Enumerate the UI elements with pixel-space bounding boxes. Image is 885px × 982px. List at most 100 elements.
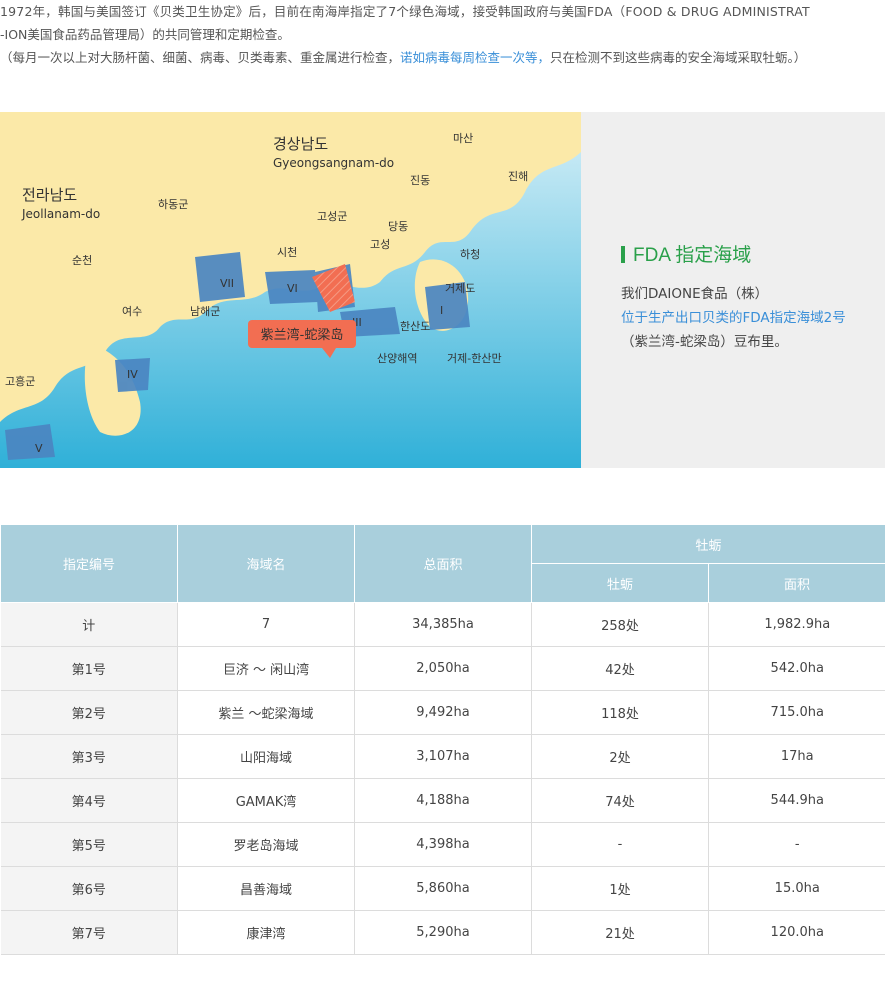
cell-oyster: 1处 (531, 866, 709, 911)
cell-name: 康津湾 (177, 910, 355, 955)
region-jeolla-en: Jeollanam-do (21, 207, 100, 221)
place-goseong-gun: 고성군 (317, 210, 347, 223)
cell-name: GAMAK湾 (177, 778, 355, 823)
cell-name: 昌善海域 (177, 866, 355, 911)
cell-area: 542.0ha (708, 646, 885, 691)
place-sacheon: 시천 (277, 245, 297, 259)
cell-oyster: 258处 (531, 602, 709, 647)
table-row: 第4号 GAMAK湾 4,188ha 74处 544.9ha (0, 778, 885, 823)
intro-line-3a: （每月一次以上对大肠杆菌、细菌、病毒、贝类毒素、重金属进行检查， (0, 50, 401, 65)
zone-V-shape (5, 424, 55, 460)
table-row: 第6号 昌善海域 5,860ha 1处 15.0ha (0, 866, 885, 911)
cell-oyster: 42处 (531, 646, 709, 691)
numeral-VII: VII (220, 277, 234, 290)
cell-total: 2,050ha (354, 646, 532, 691)
cell-id: 第4号 (0, 778, 178, 823)
fda-info-panel: FDA 指定海域 我们DAIONE食品（株） 位于生产出口贝类的FDA指定海域2… (581, 112, 885, 468)
header-oyster: 牡蛎 (531, 563, 709, 603)
header-oyster-group: 牡蛎 (530, 524, 885, 564)
numeral-VI: VI (287, 282, 298, 295)
cell-total: 9,492ha (354, 690, 532, 735)
cell-area: - (708, 822, 885, 867)
cell-oyster: 118处 (531, 690, 709, 735)
cell-total: 34,385ha (354, 602, 532, 647)
header-id: 指定编号 (0, 524, 178, 603)
table-row: 第3号 山阳海域 3,107ha 2处 17ha (0, 734, 885, 779)
place-yeosu: 여수 (122, 305, 142, 318)
intro-line-3: （每月一次以上对大肠杆菌、细菌、病毒、贝类毒素、重金属进行检查，诺如病毒每周检查… (0, 46, 885, 69)
panel-title-text: FDA 指定海域 (633, 245, 752, 266)
cell-area: 715.0ha (708, 690, 885, 735)
cell-oyster: 21处 (531, 910, 709, 955)
place-suncheon: 순천 (72, 253, 92, 267)
region-gyeongsang-en: Gyeongsangnam-do (273, 156, 394, 170)
table-row: 第5号 罗老岛海域 4,398ha - - (0, 822, 885, 867)
cell-area: 17ha (708, 734, 885, 779)
panel-text: 我们DAIONE食品（株） 位于生产出口贝类的FDA指定海域2号 （紫兰湾-蛇梁… (621, 282, 846, 354)
cell-name: 罗老岛海域 (177, 822, 355, 867)
place-goheung: 고흥군 (5, 374, 35, 388)
intro-line-2: -ION美国食品药品管理局）的共同管理和定期检查。 (0, 27, 290, 42)
place-goseong: 고성 (370, 238, 390, 251)
cell-oyster: - (531, 822, 709, 867)
title-bar-icon (621, 246, 625, 263)
header-total: 总面积 (354, 524, 532, 603)
cell-name: 紫兰 ～蛇梁海域 (177, 690, 355, 735)
table-row: 第2号 紫兰 ～蛇梁海域 9,492ha 118处 715.0ha (0, 690, 885, 735)
cell-name: 山阳海域 (177, 734, 355, 779)
cell-id: 计 (0, 602, 178, 647)
numeral-IV: IV (127, 368, 138, 381)
cell-id: 第6号 (0, 866, 178, 911)
table-row: 计 7 34,385ha 258处 1,982.9ha (0, 602, 885, 647)
fda-zone-table: 指定编号 海域名 总面积 牡蛎 牡蛎 面积 计 7 34,385ha 258处 … (0, 524, 885, 955)
place-jindong: 진동 (410, 174, 430, 187)
region-jeolla-ko: 전라남도 (22, 186, 77, 204)
cell-total: 5,290ha (354, 910, 532, 955)
cell-name: 巨济 ～ 闲山湾 (177, 646, 355, 691)
cell-total: 5,860ha (354, 866, 532, 911)
table-row: 第7号 康津湾 5,290ha 21处 120.0ha (0, 910, 885, 955)
place-namhae: 남해군 (190, 304, 220, 318)
cell-oyster: 74处 (531, 778, 709, 823)
table-row: 第1号 巨济 ～ 闲山湾 2,050ha 42处 542.0ha (0, 646, 885, 691)
place-geoje-hansan: 거제-한산만 (447, 352, 502, 365)
place-hansando: 한산도 (400, 320, 430, 333)
cell-id: 第1号 (0, 646, 178, 691)
panel-line-3: （紫兰湾-蛇梁岛）豆布里。 (621, 334, 788, 350)
cell-id: 第2号 (0, 690, 178, 735)
cell-area: 120.0ha (708, 910, 885, 955)
region-gyeongsang-ko: 경상남도 (273, 135, 328, 153)
place-jinhae: 진해 (508, 169, 528, 183)
cell-area: 15.0ha (708, 866, 885, 911)
cell-name: 7 (177, 602, 355, 647)
header-name: 海域名 (177, 524, 355, 603)
panel-line-1: 我们DAIONE食品（株） (621, 286, 769, 302)
place-geojedo: 거제도 (445, 282, 475, 295)
place-hadong: 하동군 (158, 197, 188, 211)
cell-total: 4,188ha (354, 778, 532, 823)
place-dangdong: 당동 (388, 220, 408, 233)
panel-title: FDA 指定海域 (621, 240, 751, 267)
cell-oyster: 2处 (531, 734, 709, 779)
cell-total: 3,107ha (354, 734, 532, 779)
intro-line-1: 1972年，韩国与美国签订《贝类卫生协定》后，目前在南海岸指定了7个绿色海域，接… (0, 4, 810, 19)
intro-text: 1972年，韩国与美国签订《贝类卫生协定》后，目前在南海岸指定了7个绿色海域，接… (0, 0, 885, 69)
cell-area: 1,982.9ha (708, 602, 885, 647)
cell-id: 第5号 (0, 822, 178, 867)
cell-id: 第3号 (0, 734, 178, 779)
panel-line-2: 位于生产出口贝类的FDA指定海域2号 (621, 310, 846, 326)
place-sanyang: 산양해역 (377, 351, 417, 365)
map-graphic: I III IV V VI VII 경상남도 Gyeongsangnam-do … (0, 112, 581, 468)
numeral-V: V (35, 442, 43, 455)
place-hacheong: 하청 (460, 247, 480, 261)
region-map: I III IV V VI VII 경상남도 Gyeongsangnam-do … (0, 112, 581, 468)
intro-highlight: 诺如病毒每周检查一次等， (400, 50, 551, 65)
intro-line-3c: 只在检测不到这些病毒的安全海域采取牡蛎。） (550, 50, 807, 65)
cell-id: 第7号 (0, 910, 178, 955)
cell-area: 544.9ha (708, 778, 885, 823)
callout-label: 紫兰湾-蛇梁岛 (261, 327, 344, 343)
cell-total: 4,398ha (354, 822, 532, 867)
place-masan: 마산 (453, 132, 473, 145)
header-area: 面积 (707, 563, 885, 603)
numeral-I: I (440, 304, 443, 317)
